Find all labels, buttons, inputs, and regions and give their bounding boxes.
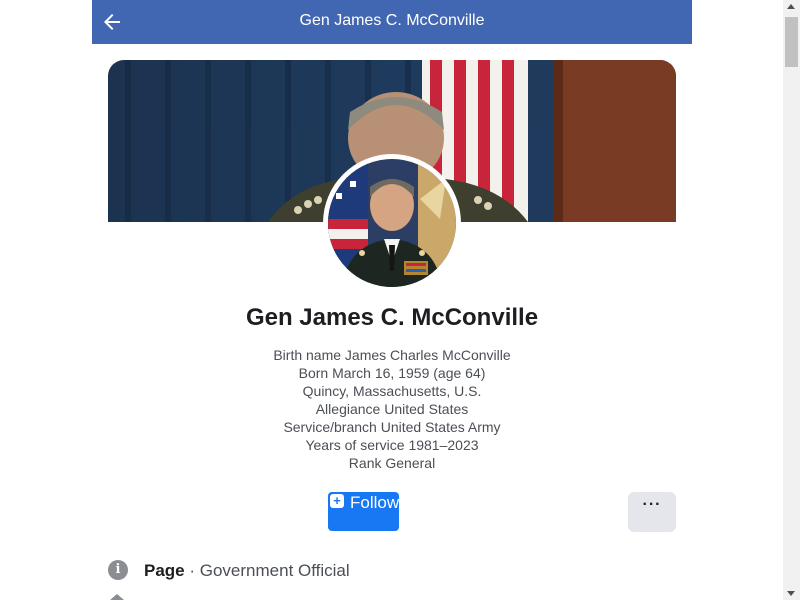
follow-button-label: Follow — [350, 493, 400, 512]
page-title: Gen James C. McConville — [299, 12, 485, 29]
bio-line: Born March 16, 1959 (age 64) — [298, 365, 486, 381]
scroll-up-arrow-icon[interactable] — [787, 4, 795, 9]
page-category: Government Official — [199, 561, 350, 580]
more-options-button[interactable]: ··· — [628, 492, 676, 532]
bio-line: Allegiance United States — [315, 401, 469, 417]
page-category-text: Page · Government Official — [144, 561, 350, 581]
follow-button[interactable]: + Follow — [328, 492, 399, 531]
profile-bio: Birth name James Charles McConville Born… — [92, 346, 692, 472]
vertical-scrollbar[interactable] — [783, 0, 800, 600]
bio-line: Birth name James Charles McConville — [273, 347, 511, 363]
separator: · — [184, 561, 200, 580]
profile-name: Gen James C. McConville — [245, 304, 539, 331]
avatar — [328, 159, 456, 287]
bio-line: Service/branch United States Army — [283, 419, 501, 435]
bio-line: Rank General — [348, 455, 436, 471]
profile-picture-frame[interactable] — [323, 154, 461, 292]
chevron-up-icon — [110, 594, 124, 600]
more-icon: ··· — [642, 496, 662, 513]
bio-line: Quincy, Massachusetts, U.S. — [302, 383, 482, 399]
page-label: Page — [144, 561, 185, 580]
scroll-down-arrow-icon[interactable] — [787, 591, 795, 596]
plus-icon: + — [330, 494, 344, 508]
bio-line: Years of service 1981–2023 — [305, 437, 479, 453]
scrollbar-thumb[interactable] — [785, 17, 798, 67]
profile-page: Gen James C. McConville Gen James C. McC… — [0, 0, 800, 600]
info-icon: i — [108, 560, 128, 580]
top-bar: Gen James C. McConville — [92, 0, 692, 44]
